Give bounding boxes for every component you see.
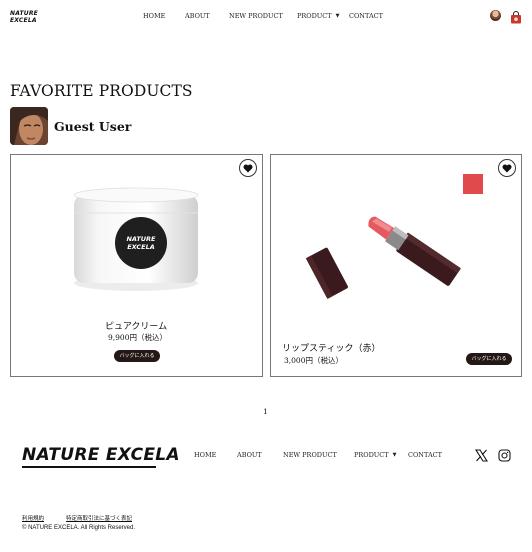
account-avatar-icon[interactable]: [490, 10, 501, 21]
footer-logo[interactable]: NATURE EXCELA: [22, 445, 180, 465]
footer-nav-new-product[interactable]: NEW PRODUCT: [283, 451, 337, 459]
nav-home[interactable]: HOME: [143, 12, 165, 20]
caret-down-icon: ▼: [335, 13, 340, 19]
color-swatch[interactable]: [463, 174, 483, 194]
user-name: Guest User: [54, 119, 132, 134]
nav-product-dropdown[interactable]: PRODUCT ▼: [297, 12, 339, 20]
footer-nav-about[interactable]: ABOUT: [237, 451, 262, 459]
jar-label-line2: EXCELA: [127, 243, 155, 251]
instagram-icon[interactable]: [498, 447, 511, 462]
header-logo-line1: NATURE: [10, 10, 38, 17]
footer-nav-contact[interactable]: CONTACT: [408, 451, 442, 459]
product-price: 3,000円（税込）: [284, 356, 343, 365]
caret-down-icon: ▼: [392, 452, 397, 458]
commerce-law-link[interactable]: 特定商取引法に基づく表記: [66, 514, 132, 522]
pagination-page[interactable]: 1: [263, 407, 268, 416]
user-avatar: [10, 107, 48, 145]
cream-jar-image: NATURE EXCELA: [73, 187, 199, 291]
product-name[interactable]: リップスティック（赤）: [282, 341, 380, 354]
footer-nav-product-dropdown[interactable]: PRODUCT ▼: [354, 451, 396, 459]
nav-about[interactable]: ABOUT: [185, 12, 210, 20]
favorite-button[interactable]: [498, 159, 516, 177]
product-card[interactable]: リップスティック（赤） 3,000円（税込） バッグに入れる: [270, 154, 522, 377]
jar-label-line1: NATURE: [126, 235, 156, 243]
nav-contact[interactable]: CONTACT: [349, 12, 383, 20]
footer-nav-product-label: PRODUCT: [354, 451, 389, 459]
terms-link[interactable]: 利用規約: [22, 514, 44, 522]
header-logo-line2: EXCELA: [10, 17, 37, 24]
add-to-bag-button[interactable]: バッグに入れる: [114, 350, 160, 362]
favorite-button[interactable]: [239, 159, 257, 177]
heart-icon: [502, 164, 512, 172]
page-title: FAVORITE PRODUCTS: [10, 82, 193, 100]
heart-icon: [243, 164, 253, 172]
product-name[interactable]: ピュアクリーム: [105, 319, 167, 332]
lipstick-image: [305, 216, 461, 299]
footer-nav-home[interactable]: HOME: [194, 451, 216, 459]
nav-product-label: PRODUCT: [297, 12, 332, 20]
header-logo[interactable]: NATURE EXCELA: [10, 10, 38, 24]
add-to-bag-button[interactable]: バッグに入れる: [466, 353, 512, 365]
x-logo-icon[interactable]: [474, 447, 489, 462]
nav-new-product[interactable]: NEW PRODUCT: [229, 12, 283, 20]
footer-logo-underline: [22, 466, 156, 468]
product-price: 9,900円（税込）: [108, 333, 167, 342]
product-card[interactable]: NATURE EXCELA ピュアクリーム 9,900円（税込） バッグに入れる: [10, 154, 263, 377]
copyright: © NATURE EXCELA. All Rights Reserved.: [22, 525, 136, 531]
shopping-bag-icon[interactable]: [510, 9, 522, 24]
